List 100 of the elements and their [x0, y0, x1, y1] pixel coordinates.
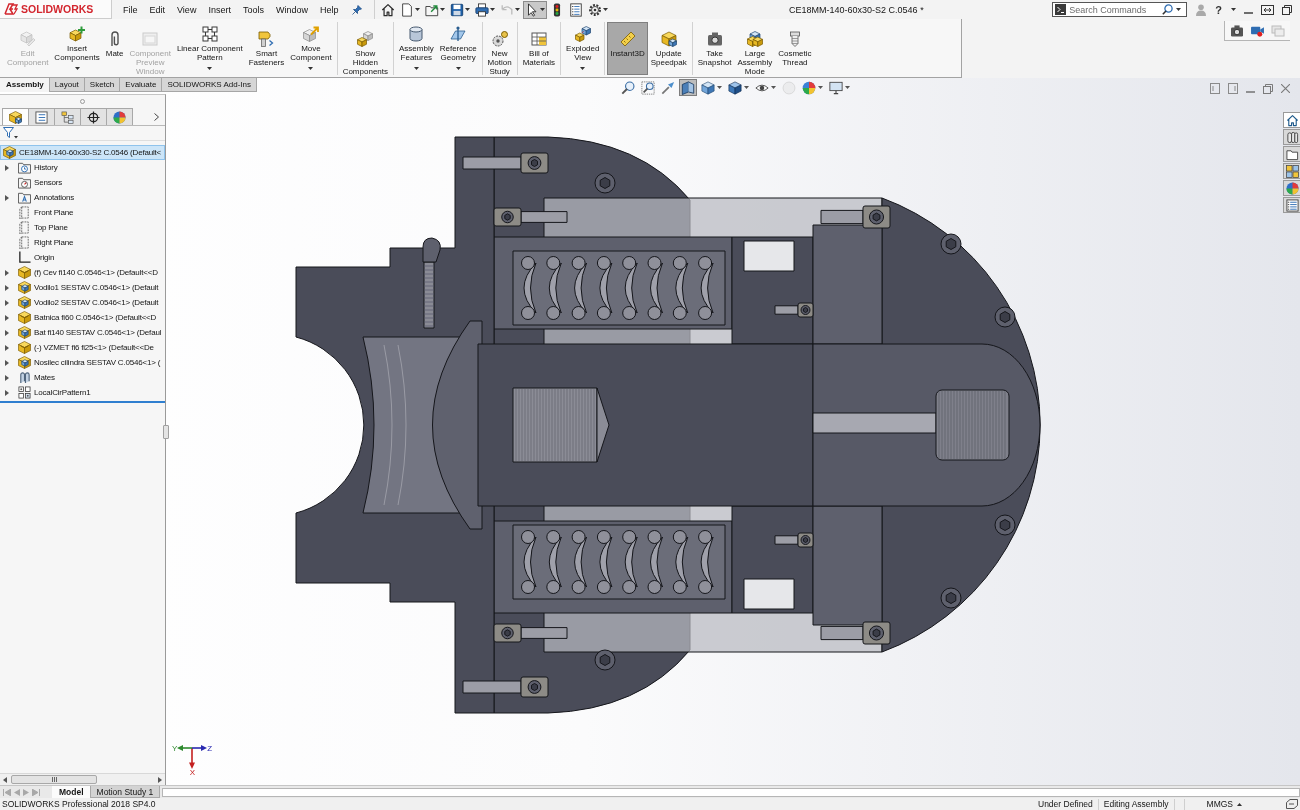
- tree-item[interactable]: Top Plane: [17, 220, 72, 235]
- task-pane-tab[interactable]: [1283, 180, 1300, 196]
- camera-icon[interactable]: [1230, 24, 1244, 37]
- scroll-left-icon[interactable]: [3, 776, 7, 783]
- tree-item[interactable]: Mates: [17, 370, 59, 385]
- expand-arrow-icon[interactable]: [4, 269, 9, 276]
- caret-icon[interactable]: [1231, 8, 1236, 11]
- tile-right-icon[interactable]: [1228, 83, 1238, 94]
- select-button[interactable]: [523, 0, 548, 19]
- command-button[interactable]: Smart Fasteners: [245, 22, 288, 75]
- tree-item[interactable]: Sensors: [17, 175, 66, 190]
- command-button[interactable]: Linear Component Pattern: [173, 22, 246, 75]
- caret-icon[interactable]: [1176, 8, 1182, 11]
- command-button[interactable]: Assembly Features: [396, 22, 437, 75]
- menu-item[interactable]: Help: [313, 0, 345, 19]
- search-icon[interactable]: [1162, 4, 1174, 15]
- ribbon-tab[interactable]: Assembly: [0, 78, 50, 92]
- task-pane-tab[interactable]: [1283, 163, 1300, 179]
- expand-arrow-icon[interactable]: [4, 194, 9, 201]
- tree-item[interactable]: Vodilo2 SESTAV C.0546<1> (Default: [17, 295, 163, 310]
- tree-item[interactable]: CE18MM-140-60x30-S2 C.0546 (Default<: [0, 145, 165, 160]
- panel-tab[interactable]: [2, 108, 29, 125]
- tree-item[interactable]: Annotations: [17, 190, 79, 205]
- tree-item[interactable]: Nosilec cilindra SESTAV C.0546<1> (: [17, 355, 165, 370]
- view-orientation-button[interactable]: [699, 79, 724, 96]
- scrollbar-thumb[interactable]: [11, 775, 97, 784]
- tree-item[interactable]: Bat fi140 SESTAV C.0546<1> (Defaul: [17, 325, 165, 340]
- tree-item[interactable]: Vodilo1 SESTAV C.0546<1> (Default: [17, 280, 163, 295]
- caret-up-icon[interactable]: [1237, 802, 1242, 806]
- chevron-right-icon[interactable]: [154, 113, 159, 121]
- menu-item[interactable]: Tools: [236, 0, 270, 19]
- tree-item[interactable]: Front Plane: [17, 205, 78, 220]
- ribbon-tab[interactable]: Evaluate: [119, 78, 163, 92]
- expand-arrow-icon[interactable]: [4, 359, 9, 366]
- expand-arrow-icon[interactable]: [4, 344, 9, 351]
- task-pane-tab[interactable]: [1283, 197, 1300, 213]
- bottom-tab[interactable]: Model: [52, 786, 91, 798]
- command-button[interactable]: New Motion Study: [484, 22, 515, 75]
- help-button[interactable]: ?: [1214, 3, 1223, 16]
- zoom-area-button[interactable]: [639, 79, 657, 96]
- tree-item[interactable]: (-) VZMET fi6 fi25<1> (Default<<De: [17, 340, 158, 355]
- command-button[interactable]: Reference Geometry: [436, 22, 480, 75]
- expand-arrow-icon[interactable]: [4, 164, 9, 171]
- command-button[interactable]: Instant3D: [607, 22, 648, 75]
- previous-view-button[interactable]: [659, 79, 677, 96]
- tree-item[interactable]: Origin: [17, 250, 59, 265]
- expand-arrow-icon[interactable]: [4, 374, 9, 381]
- tree-item[interactable]: (f) Cev fi140 C.0546<1> (Default<<D: [17, 265, 162, 280]
- tile-left-icon[interactable]: [1210, 83, 1220, 94]
- command-button[interactable]: Show Hidden Components: [339, 22, 391, 75]
- expand-arrow-icon[interactable]: [4, 284, 9, 291]
- menu-item[interactable]: View: [171, 0, 203, 19]
- apply-scene-button[interactable]: [800, 79, 825, 96]
- restore-icon[interactable]: [1282, 4, 1292, 15]
- tag-icon[interactable]: [1286, 799, 1298, 809]
- task-pane-tab[interactable]: [1283, 112, 1300, 128]
- resize-horizontal-icon[interactable]: [1261, 4, 1274, 15]
- tree-item[interactable]: Right Plane: [17, 235, 78, 250]
- search-bar[interactable]: Search Commands: [1052, 2, 1188, 17]
- zoom-to-fit-button[interactable]: [619, 79, 637, 96]
- close-icon[interactable]: [1281, 84, 1290, 93]
- bottom-tab[interactable]: Motion Study 1: [89, 786, 161, 798]
- pin-icon[interactable]: [352, 4, 363, 15]
- command-button[interactable]: Update Speedpak: [647, 22, 690, 75]
- ribbon-tab[interactable]: SOLIDWORKS Add-Ins: [161, 78, 258, 92]
- panel-tab[interactable]: [80, 108, 107, 125]
- command-button[interactable]: Exploded View: [563, 22, 603, 75]
- expand-arrow-icon[interactable]: [4, 329, 9, 336]
- expand-arrow-icon[interactable]: [4, 389, 9, 396]
- expand-arrow-icon[interactable]: [4, 314, 9, 321]
- ribbon-tab[interactable]: Layout: [48, 78, 85, 92]
- menu-item[interactable]: Edit: [143, 0, 172, 19]
- command-button[interactable]: Insert Components: [51, 22, 103, 75]
- splitter-handle-icon[interactable]: [80, 98, 85, 104]
- horizontal-scrollbar[interactable]: [0, 773, 165, 785]
- task-pane-tab[interactable]: [1283, 146, 1300, 162]
- task-pane-tab[interactable]: [1283, 129, 1300, 145]
- tree-item[interactable]: Batnica fi60 C.0546<1> (Default<<D: [17, 310, 161, 325]
- command-button[interactable]: Cosmetic Thread: [775, 22, 815, 75]
- search-field[interactable]: Search Commands: [1069, 4, 1160, 15]
- units-selector[interactable]: MMGS: [1202, 798, 1237, 810]
- video-camera-icon[interactable]: [1250, 24, 1265, 37]
- filter-icon[interactable]: [3, 127, 18, 139]
- expand-arrow-icon[interactable]: [4, 299, 9, 306]
- view-settings-button[interactable]: [827, 79, 852, 96]
- command-button[interactable]: Mate: [102, 22, 127, 75]
- scroll-right-icon[interactable]: [158, 776, 162, 783]
- section-view-button[interactable]: [679, 79, 697, 96]
- command-button[interactable]: Move Component: [287, 22, 335, 75]
- command-button[interactable]: Bill of Materials: [519, 22, 559, 75]
- tree-item[interactable]: History: [17, 160, 62, 175]
- command-button[interactable]: Large Assembly Mode: [734, 22, 776, 75]
- menu-item[interactable]: Window: [269, 0, 314, 19]
- command-button[interactable]: Take Snapshot: [694, 22, 735, 75]
- panel-collapse-handle[interactable]: [163, 425, 169, 439]
- menu-item[interactable]: Insert: [202, 0, 237, 19]
- print-button[interactable]: [473, 0, 498, 19]
- tree-item[interactable]: LocalCirPattern1: [17, 385, 95, 400]
- display-style-button[interactable]: [726, 79, 751, 96]
- menu-item[interactable]: File: [117, 0, 144, 19]
